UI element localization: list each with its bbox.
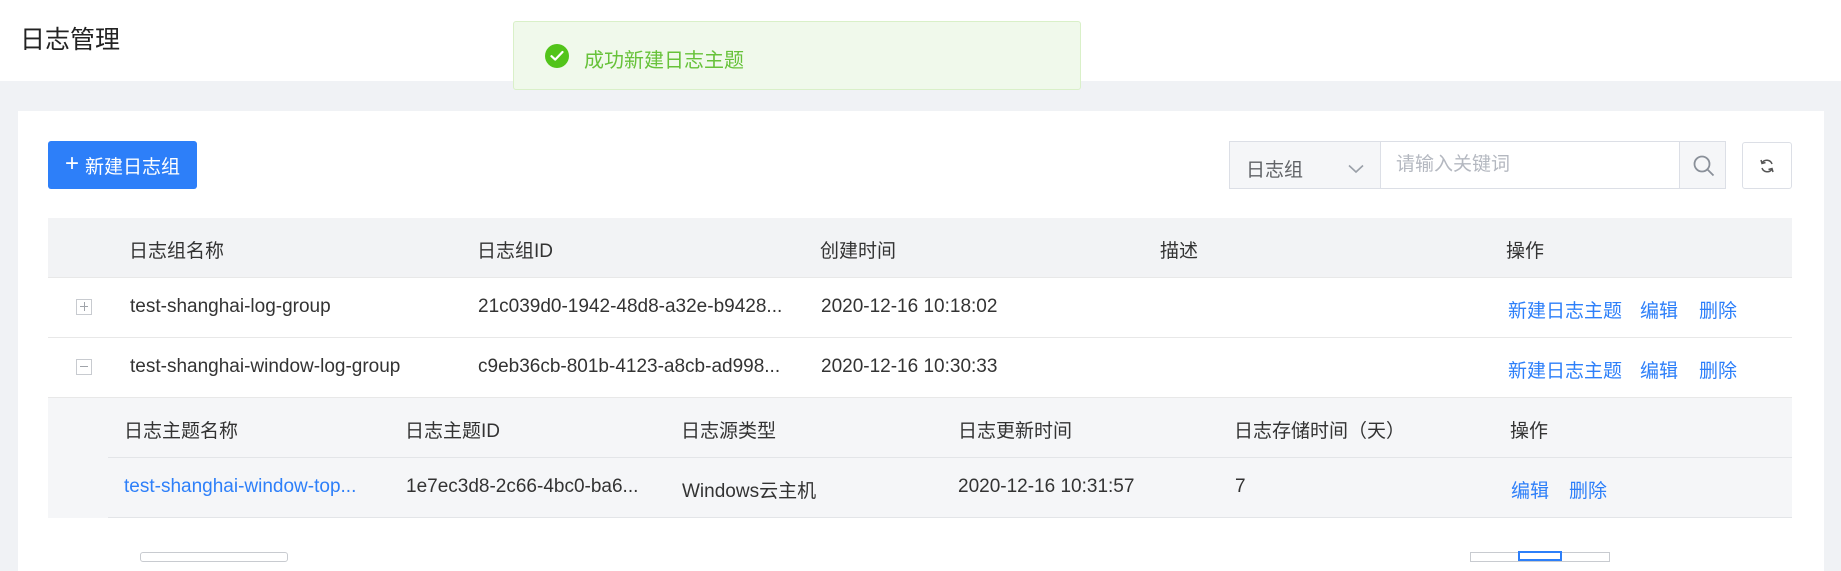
col-topic-actions: 操作 [1510,421,1549,442]
search-group: 日志组 [1229,141,1726,189]
edit-link[interactable]: 编辑 [1640,356,1678,383]
col-topic-id: 日志主题ID [405,421,501,442]
table-row: test-shanghai-window-log-group c9eb36cb-… [48,338,1792,398]
col-retention-days: 日志存储时间（天） [1234,421,1406,442]
log-group-name: test-shanghai-log-group [130,296,331,317]
log-group-card: + 新建日志组 日志组 日志组名称 日志组ID 创建时间 描述 操作 test-… [18,111,1824,571]
edit-topic-link[interactable]: 编辑 [1511,476,1549,503]
plus-icon: + [64,150,79,177]
log-topic-name-link[interactable]: test-shanghai-window-top... [124,476,356,498]
page-size-select[interactable] [140,552,288,562]
delete-link[interactable]: 删除 [1699,296,1737,323]
log-topic-id: 1e7ec3d8-2c66-4bc0-ba6... [406,476,639,497]
create-log-group-button[interactable]: + 新建日志组 [48,141,197,189]
filter-select[interactable]: 日志组 [1229,141,1381,189]
log-topic-retention: 7 [1235,476,1246,497]
col-topic-name: 日志主题名称 [124,421,239,442]
table-row: test-shanghai-log-group 21c039d0-1942-48… [48,278,1792,338]
search-button[interactable] [1679,141,1726,189]
create-log-topic-link[interactable]: 新建日志主题 [1508,296,1622,323]
page-title: 日志管理 [20,26,121,54]
chevron-down-icon [1348,158,1364,180]
subtable-header: 日志主题名称 日志主题ID 日志源类型 日志更新时间 日志存储时间（天） 操作 [108,398,1792,458]
create-log-topic-link[interactable]: 新建日志主题 [1508,356,1622,383]
log-group-created: 2020-12-16 10:18:02 [821,296,998,317]
col-log-group-id: 日志组ID [477,241,554,262]
log-group-name: test-shanghai-window-log-group [130,356,401,377]
success-toast: 成功新建日志主题 [513,21,1081,90]
log-group-id: 21c039d0-1942-48d8-a32e-b9428... [478,296,783,317]
col-description: 描述 [1160,241,1199,262]
toast-message: 成功新建日志主题 [584,50,744,72]
edit-link[interactable]: 编辑 [1640,296,1678,323]
filter-select-value: 日志组 [1246,160,1304,181]
col-source-type: 日志源类型 [681,421,777,442]
search-input[interactable] [1380,141,1680,189]
collapse-minus-icon[interactable] [76,359,92,375]
log-group-created: 2020-12-16 10:30:33 [821,356,998,377]
col-actions: 操作 [1506,241,1545,262]
delete-link[interactable]: 删除 [1699,356,1737,383]
log-topic-updated: 2020-12-16 10:31:57 [958,476,1135,497]
pagination-current-page[interactable] [1518,551,1562,561]
create-log-group-label: 新建日志组 [85,156,181,178]
log-topic-subtable: 日志主题名称 日志主题ID 日志源类型 日志更新时间 日志存储时间（天） 操作 … [48,398,1792,518]
refresh-button[interactable] [1742,142,1792,189]
log-topic-source-type: Windows云主机 [682,481,817,502]
table-row: test-shanghai-window-top... 1e7ec3d8-2c6… [108,458,1792,518]
expand-plus-icon[interactable] [76,299,92,315]
check-circle-icon [545,44,569,68]
col-created-time: 创建时间 [820,241,897,262]
log-group-id: c9eb36cb-801b-4123-a8cb-ad998... [478,356,781,377]
col-log-group-name: 日志组名称 [129,241,225,262]
delete-topic-link[interactable]: 删除 [1569,476,1607,503]
table-header: 日志组名称 日志组ID 创建时间 描述 操作 [48,218,1792,278]
col-updated-time: 日志更新时间 [958,421,1073,442]
